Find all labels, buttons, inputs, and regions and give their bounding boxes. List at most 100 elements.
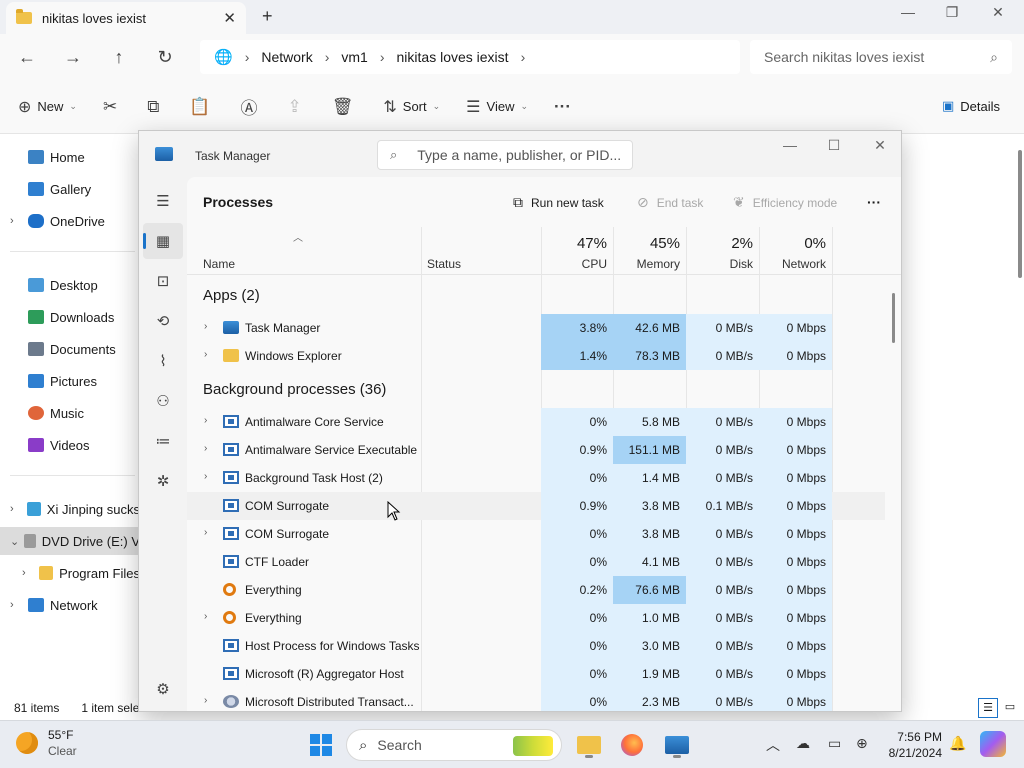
taskbar-file-explorer[interactable] — [575, 731, 603, 759]
expand-chevron-icon[interactable]: › — [204, 321, 207, 332]
clock[interactable]: 7:56 PM 8/21/2024 — [880, 729, 942, 761]
sidebar-item-pictures[interactable]: Pictures — [0, 367, 140, 395]
sidebar-item-downloads[interactable]: Downloads — [0, 303, 140, 331]
explorer-search-input[interactable]: Search nikitas loves iexist ⌕ — [750, 40, 1012, 74]
cloud-offline-icon[interactable]: ☁ — [796, 735, 810, 752]
memory-column-header[interactable]: 45% Memory — [613, 227, 686, 275]
maximize-icon[interactable]: ☐ — [819, 137, 849, 154]
sidebar-item-music[interactable]: Music — [0, 399, 140, 427]
new-button[interactable]: ⊕ New ⌄ — [18, 97, 77, 117]
rename-icon[interactable]: Ⓐ — [241, 94, 258, 119]
table-row[interactable]: › Task Manager 3.8% 42.6 MB 0 MB/s 0 Mbp… — [187, 314, 885, 342]
startup-apps-nav-icon[interactable]: ⌇ — [143, 343, 183, 379]
taskbar-search-box[interactable]: ⌕ Search — [346, 729, 562, 761]
expand-chevron-icon[interactable]: › — [204, 443, 207, 454]
table-row[interactable]: CTF Loader 0% 4.1 MB 0 MB/s 0 Mbps — [187, 548, 885, 576]
view-button[interactable]: ☰ View ⌄ — [466, 97, 528, 117]
network-column-header[interactable]: 0% Network — [759, 227, 832, 275]
expand-chevron-icon[interactable]: › — [204, 471, 207, 482]
sidebar-item-program-files[interactable]: › Program Files — [0, 559, 140, 587]
forward-icon[interactable]: → — [50, 47, 96, 68]
taskbar-firefox[interactable] — [618, 731, 646, 759]
start-button[interactable] — [307, 731, 335, 759]
minimize-icon[interactable]: — — [775, 137, 805, 153]
sidebar-item-network[interactable]: › Network — [0, 591, 140, 619]
table-row[interactable]: › COM Surrogate 0% 3.8 MB 0 MB/s 0 Mbps — [187, 520, 885, 548]
close-window-icon[interactable]: ✕ — [983, 4, 1013, 21]
expand-chevron-icon[interactable]: › — [204, 695, 207, 706]
sidebar-item-this-pc[interactable]: › Xi Jinping sucks — [0, 495, 140, 523]
details-nav-icon[interactable]: ≔ — [143, 423, 183, 459]
users-nav-icon[interactable]: ⚇ — [143, 383, 183, 419]
minimize-icon[interactable]: — — [893, 4, 923, 20]
close-tab-icon[interactable]: ✕ — [223, 9, 236, 27]
breadcrumb-vm1[interactable]: vm1 — [341, 49, 367, 65]
display-icon[interactable]: ▭ — [828, 735, 841, 752]
expand-chevron-icon[interactable]: › — [204, 611, 207, 622]
network-status-icon[interactable]: ⊕ — [856, 735, 868, 752]
table-row[interactable]: Microsoft (R) Aggregator Host 0% 1.9 MB … — [187, 660, 885, 688]
notification-bell-icon[interactable]: 🔔 — [949, 735, 966, 752]
tiles-view-icon[interactable]: ▭ — [1000, 698, 1020, 718]
sidebar-item-dvd-drive[interactable]: ⌄ DVD Drive (E:) V — [0, 527, 140, 555]
explorer-scrollbar[interactable] — [1018, 150, 1022, 278]
details-button[interactable]: ▣ Details — [942, 98, 1000, 114]
new-tab-icon[interactable]: + — [262, 6, 273, 27]
more-options-icon[interactable]: ··· — [867, 194, 881, 210]
breadcrumb[interactable]: 🌐 › Network › vm1 › nikitas loves iexist… — [200, 40, 740, 74]
efficiency-mode-button[interactable]: ❦ Efficiency mode — [733, 194, 837, 211]
performance-nav-icon[interactable]: ⊡ — [143, 263, 183, 299]
table-row[interactable]: › Antimalware Core Service 0% 5.8 MB 0 M… — [187, 408, 885, 436]
hamburger-menu-icon[interactable]: ☰ — [143, 183, 183, 219]
table-row[interactable]: › Background Task Host (2) 0% 1.4 MB 0 M… — [187, 464, 885, 492]
processes-nav-icon[interactable]: ▦ — [143, 223, 183, 259]
paste-icon[interactable]: 📋 — [189, 97, 210, 117]
process-list-scrollbar[interactable] — [892, 293, 895, 343]
share-icon[interactable]: ⇪ — [288, 97, 302, 117]
sidebar-item-desktop[interactable]: Desktop — [0, 271, 140, 299]
sort-button[interactable]: ⇅ Sort ⌄ — [383, 97, 440, 117]
sidebar-item-onedrive[interactable]: › OneDrive — [0, 207, 140, 235]
table-row[interactable]: › Antimalware Service Executable 0.9% 15… — [187, 436, 885, 464]
table-row[interactable]: Host Process for Windows Tasks 0% 3.0 MB… — [187, 632, 885, 660]
table-row[interactable]: › Microsoft Distributed Transact... 0% 2… — [187, 688, 885, 711]
cpu-column-header[interactable]: 47% CPU — [541, 227, 613, 275]
table-row[interactable]: › Windows Explorer 1.4% 78.3 MB 0 MB/s 0… — [187, 342, 885, 370]
end-task-button[interactable]: ⊘ End task — [637, 194, 703, 211]
sidebar-item-videos[interactable]: Videos — [0, 431, 140, 459]
up-icon[interactable]: ↑ — [96, 47, 142, 68]
back-icon[interactable]: ← — [4, 47, 50, 68]
show-hidden-icons-chevron-icon[interactable]: ︿ — [766, 735, 780, 755]
breadcrumb-current-folder[interactable]: nikitas loves iexist — [397, 49, 509, 65]
delete-icon[interactable]: 🗑 — [332, 97, 354, 117]
expand-chevron-icon[interactable]: › — [204, 415, 207, 426]
sidebar-item-home[interactable]: Home — [0, 143, 140, 171]
services-nav-icon[interactable]: ✲ — [143, 463, 183, 499]
close-window-icon[interactable]: ✕ — [865, 137, 895, 154]
process-search-input[interactable]: ⌕ Type a name, publisher, or PID... — [377, 140, 633, 170]
weather-widget[interactable]: 55°F Clear — [16, 727, 77, 759]
sidebar-item-documents[interactable]: Documents — [0, 335, 140, 363]
app-history-nav-icon[interactable]: ⟲ — [143, 303, 183, 339]
disk-column-header[interactable]: 2% Disk — [686, 227, 759, 275]
expand-chevron-icon[interactable]: › — [204, 527, 207, 538]
run-new-task-button[interactable]: ⧉ Run new task — [513, 194, 604, 211]
refresh-icon[interactable]: ↻ — [142, 47, 188, 68]
expand-chevron-icon[interactable]: › — [204, 349, 207, 360]
restore-icon[interactable]: ❐ — [937, 4, 967, 21]
sidebar-item-gallery[interactable]: Gallery — [0, 175, 140, 203]
settings-gear-icon[interactable]: ⚙ — [143, 671, 183, 707]
cut-icon[interactable]: ✂ — [103, 97, 117, 117]
more-options-icon[interactable]: ··· — [554, 97, 571, 117]
details-view-icon[interactable]: ☰ — [978, 698, 998, 718]
table-row[interactable]: Everything 0.2% 76.6 MB 0 MB/s 0 Mbps — [187, 576, 885, 604]
table-row[interactable]: COM Surrogate 0.9% 3.8 MB 0.1 MB/s 0 Mbp… — [187, 492, 885, 520]
background-processes-group-header[interactable]: Background processes (36) — [203, 381, 386, 398]
explorer-tab[interactable]: nikitas loves iexist ✕ — [6, 2, 246, 34]
apps-group-header[interactable]: Apps (2) — [203, 287, 260, 304]
copy-icon[interactable]: ⧉ — [147, 97, 159, 117]
taskbar-task-manager[interactable] — [663, 731, 691, 759]
table-row[interactable]: › Everything 0% 1.0 MB 0 MB/s 0 Mbps — [187, 604, 885, 632]
status-column-header[interactable]: Status — [411, 227, 541, 275]
name-column-header[interactable]: ︿ Name — [187, 227, 421, 275]
